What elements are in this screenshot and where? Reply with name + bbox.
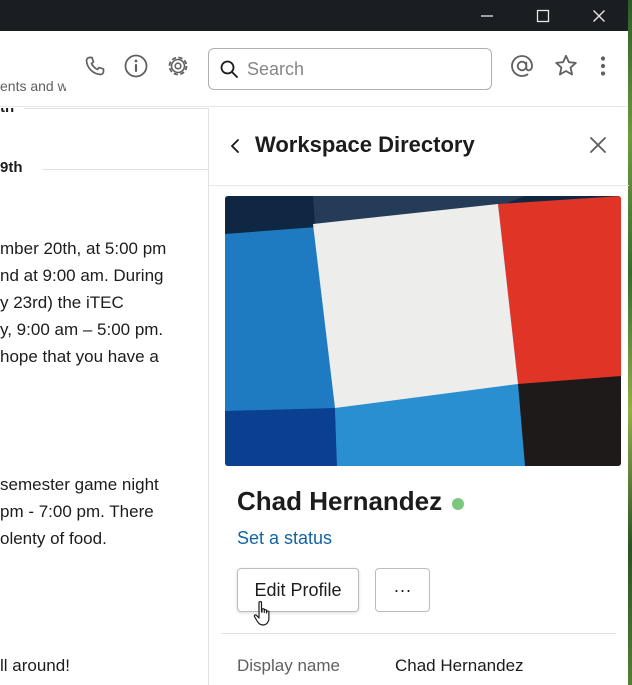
desktop-background-strip <box>628 0 632 685</box>
message-text-line: ll around! <box>0 656 70 675</box>
close-panel-icon[interactable] <box>585 132 611 158</box>
profile-name: Chad Hernandez <box>237 486 443 516</box>
message-text-line: olenty of food. <box>0 529 107 548</box>
edit-profile-button[interactable]: Edit Profile <box>237 568 359 612</box>
channel-header: ents and w <box>0 31 628 107</box>
field-value: Chad Hernandez <box>395 656 524 675</box>
channel-topic[interactable]: ents and w <box>0 78 66 94</box>
close-icon[interactable] <box>574 0 624 31</box>
profile-photo[interactable] <box>225 196 621 466</box>
date-divider-label: th <box>0 108 14 119</box>
set-status-link[interactable]: Set a status <box>237 528 332 549</box>
info-icon[interactable] <box>123 53 149 79</box>
message-text-line: y, 9:00 am – 5:00 pm. <box>0 320 164 339</box>
presence-indicator <box>452 498 464 510</box>
star-icon[interactable] <box>553 53 579 79</box>
workspace-directory-panel: Workspace Directory Chad Hernandez Set a… <box>208 108 629 685</box>
field-label: Display name <box>237 656 340 675</box>
minimize-icon[interactable] <box>462 0 512 31</box>
panel-title: Workspace Directory <box>255 132 475 157</box>
date-divider-label: 9th <box>0 159 23 176</box>
phone-icon[interactable] <box>82 53 108 79</box>
at-icon[interactable] <box>509 53 535 79</box>
back-chevron-icon[interactable] <box>225 134 245 158</box>
more-actions-button[interactable]: ··· <box>375 568 430 612</box>
search-icon <box>219 59 239 84</box>
message-list: th 9th mber 20th, at 5:00 pm nd at 9:00 a… <box>0 108 208 685</box>
message-text-line: y 23rd) the iTEC <box>0 293 124 312</box>
panel-header: Workspace Directory <box>209 108 629 186</box>
message-text-line: mber 20th, at 5:00 pm <box>0 239 167 258</box>
gear-icon[interactable] <box>165 53 191 79</box>
message-text-line: semester game night <box>0 475 159 494</box>
more-vertical-icon[interactable] <box>590 53 616 79</box>
window-titlebar <box>0 0 628 31</box>
search-box[interactable] <box>208 48 492 90</box>
message-text-line: nd at 9:00 am. During <box>0 266 164 285</box>
divider <box>221 633 616 634</box>
message-text-line: hope that you have a <box>0 347 159 366</box>
message-text-line: pm - 7:00 pm. There <box>0 502 154 521</box>
date-divider-line <box>24 108 208 109</box>
search-input[interactable] <box>247 57 483 81</box>
maximize-icon[interactable] <box>518 0 568 31</box>
date-divider-line <box>42 169 208 170</box>
